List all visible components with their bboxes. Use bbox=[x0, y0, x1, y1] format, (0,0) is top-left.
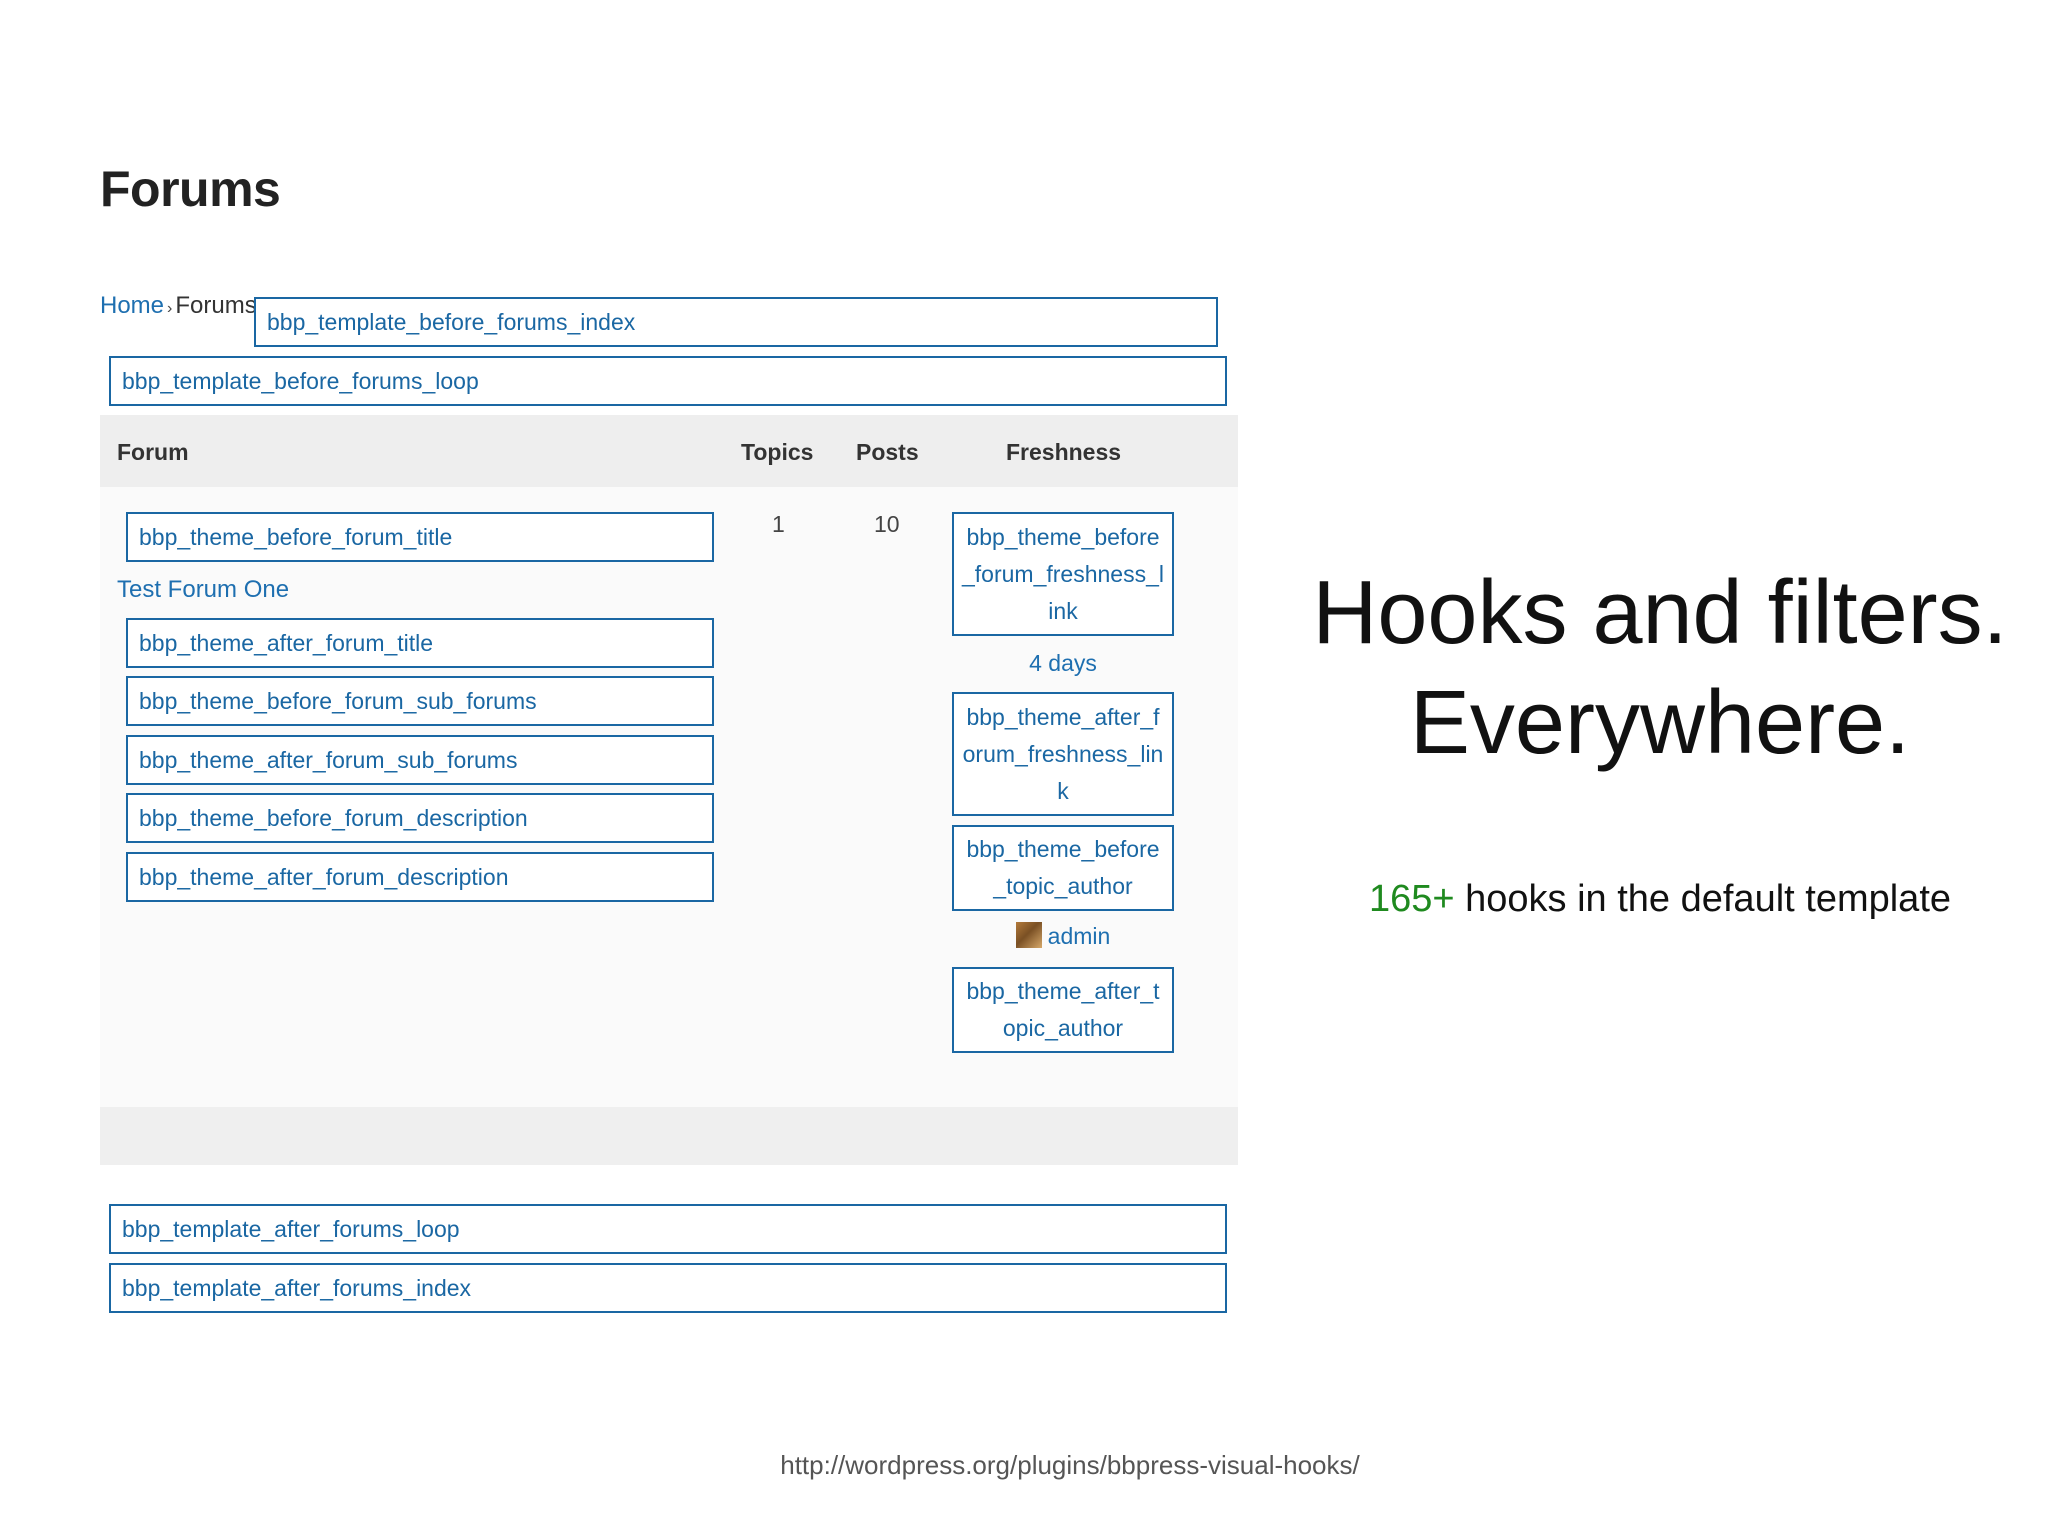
breadcrumb-current: Forums bbox=[175, 292, 257, 319]
column-header-posts: Posts bbox=[856, 439, 919, 465]
breadcrumb-home-link[interactable]: Home bbox=[100, 292, 164, 319]
hook-after-forum-freshness-link: bbp_theme_after_forum_freshness_link bbox=[952, 692, 1174, 816]
breadcrumb-separator: › bbox=[167, 300, 173, 317]
breadcrumb: Home › Forums bbox=[100, 292, 257, 320]
freshness-link[interactable]: 4 days bbox=[952, 650, 1174, 677]
hook-before-forums-index: bbp_template_before_forums_index bbox=[254, 297, 1218, 347]
hook-before-forums-loop: bbp_template_before_forums_loop bbox=[109, 356, 1227, 406]
source-url: http://wordpress.org/plugins/bbpress-vis… bbox=[780, 1450, 1360, 1480]
hooks-count: 165+ bbox=[1368, 878, 1455, 920]
hook-before-forum-freshness-link: bbp_theme_before_forum_freshness_link bbox=[952, 512, 1174, 636]
hook-after-forums-index: bbp_template_after_forums_index bbox=[109, 1263, 1227, 1313]
hook-before-forum-sub-forums: bbp_theme_before_forum_sub_forums bbox=[126, 676, 714, 726]
hook-before-forum-title: bbp_theme_before_forum_title bbox=[126, 512, 714, 562]
topic-author[interactable]: admin bbox=[952, 922, 1174, 950]
hook-after-forums-loop: bbp_template_after_forums_loop bbox=[109, 1204, 1227, 1254]
page-title: Forums bbox=[100, 161, 281, 217]
hook-before-forum-description: bbp_theme_before_forum_description bbox=[126, 793, 714, 843]
topics-count: 1 bbox=[772, 511, 785, 537]
hook-after-topic-author: bbp_theme_after_topic_author bbox=[952, 967, 1174, 1053]
slide-headline: Hooks and filters. Everywhere. bbox=[1290, 558, 2030, 778]
topic-author-name[interactable]: admin bbox=[1048, 923, 1111, 949]
hooks-count-caption: 165+ hooks in the default template bbox=[1290, 878, 2030, 921]
hooks-count-text: hooks in the default template bbox=[1454, 878, 1952, 920]
forums-table: Forum Topics Posts Freshness bbp_theme_b… bbox=[100, 415, 1238, 1165]
column-header-topics: Topics bbox=[741, 439, 814, 465]
headline-line-1: Hooks and filters. bbox=[1312, 563, 2008, 663]
table-footer bbox=[100, 1107, 1238, 1165]
hook-after-forum-sub-forums: bbp_theme_after_forum_sub_forums bbox=[126, 735, 714, 785]
table-header: Forum Topics Posts Freshness bbox=[100, 415, 1238, 487]
hook-after-forum-title: bbp_theme_after_forum_title bbox=[126, 618, 714, 668]
avatar bbox=[1015, 922, 1042, 948]
forum-title-link[interactable]: Test Forum One bbox=[117, 576, 289, 604]
column-header-forum: Forum bbox=[117, 439, 189, 465]
posts-count: 10 bbox=[874, 511, 900, 537]
column-header-freshness: Freshness bbox=[1006, 439, 1122, 465]
hook-before-topic-author: bbp_theme_before_topic_author bbox=[952, 825, 1174, 911]
hook-after-forum-description: bbp_theme_after_forum_description bbox=[126, 852, 714, 902]
headline-line-2: Everywhere. bbox=[1409, 673, 1911, 773]
